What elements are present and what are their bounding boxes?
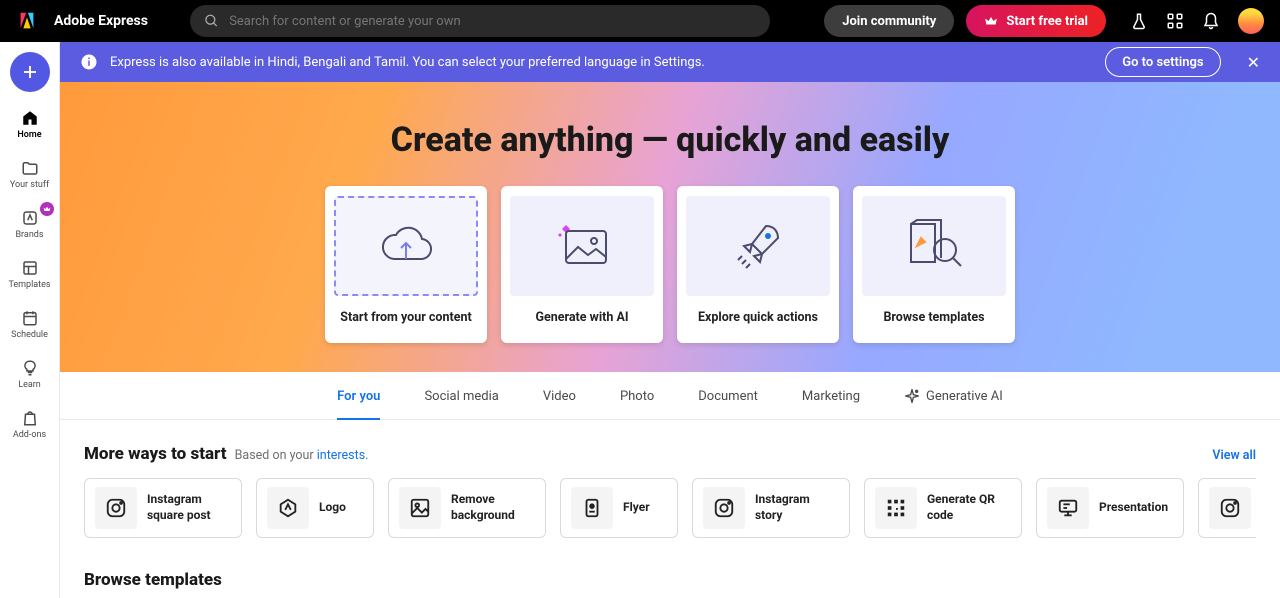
hero-card-start-content[interactable]: Start from your content <box>325 186 487 343</box>
quick-card-qr[interactable]: Generate QR code <box>864 478 1022 538</box>
sidebar-item-schedule[interactable]: Schedule <box>2 302 58 346</box>
adobe-logo <box>16 10 38 32</box>
start-trial-button[interactable]: Start free trial <box>966 5 1106 37</box>
premium-badge <box>40 202 54 216</box>
search-input[interactable] <box>229 14 756 29</box>
search-icon <box>204 13 219 29</box>
presentation-icon <box>1047 487 1089 529</box>
quick-card-label: Instagram story <box>755 492 839 523</box>
quick-card-ig-reel[interactable]: Instagram reel <box>1198 478 1256 538</box>
ig-story-icon <box>703 487 745 529</box>
sidebar-item-home[interactable]: Home <box>2 102 58 146</box>
tab-video[interactable]: Video <box>543 388 576 420</box>
quick-card-label: Logo <box>319 500 346 516</box>
top-bar: Adobe Express Join community Start free … <box>0 0 1280 42</box>
banner-text: Express is also available in Hindi, Beng… <box>110 55 705 70</box>
shopping-bag-icon <box>20 408 40 428</box>
hero-card-quick-actions[interactable]: Explore quick actions <box>677 186 839 343</box>
quick-card-logo[interactable]: Logo <box>256 478 374 538</box>
category-tabs: For you Social media Video Photo Documen… <box>60 372 1280 420</box>
apps-icon[interactable] <box>1166 12 1184 30</box>
tab-photo[interactable]: Photo <box>620 388 654 420</box>
hero-card-browse-templates[interactable]: Browse templates <box>853 186 1015 343</box>
view-all-link[interactable]: View all <box>1212 448 1256 463</box>
rocket-icon <box>686 196 830 296</box>
go-to-settings-button[interactable]: Go to settings <box>1105 47 1220 77</box>
language-banner: Express is also available in Hindi, Beng… <box>60 42 1280 82</box>
section-title: More ways to start <box>84 444 227 464</box>
main-content: Express is also available in Hindi, Beng… <box>60 42 1280 598</box>
sidebar: Home Your stuff Brands Templates Schedul… <box>0 42 60 598</box>
hero-card-generate-ai[interactable]: Generate with AI <box>501 186 663 343</box>
calendar-icon <box>20 308 40 328</box>
create-button[interactable] <box>10 52 50 92</box>
browse-templates-title: Browse templates <box>84 570 222 590</box>
tab-for-you[interactable]: For you <box>337 388 380 420</box>
templates-search-icon <box>862 196 1006 296</box>
qr-icon <box>875 487 917 529</box>
ai-image-icon <box>510 196 654 296</box>
sparkle-icon <box>904 388 920 404</box>
bell-icon[interactable] <box>1202 12 1220 30</box>
tab-marketing[interactable]: Marketing <box>802 388 860 420</box>
logo-icon <box>267 487 309 529</box>
home-icon <box>20 108 40 128</box>
quick-card-label: Instagram square post <box>147 492 231 523</box>
remove-bg-icon <box>399 487 441 529</box>
sidebar-item-templates[interactable]: Templates <box>2 252 58 296</box>
close-icon[interactable]: ✕ <box>1247 53 1260 72</box>
sidebar-item-add-ons[interactable]: Add-ons <box>2 402 58 446</box>
sidebar-item-brands[interactable]: Brands <box>2 202 58 246</box>
section-subtitle: Based on your interests. <box>235 448 369 463</box>
quick-card-ig-story[interactable]: Instagram story <box>692 478 850 538</box>
tab-generative-ai[interactable]: Generative AI <box>904 388 1003 420</box>
user-avatar[interactable] <box>1238 8 1264 34</box>
interests-link[interactable]: interests. <box>317 448 369 463</box>
hero-section: Create anything — quickly and easily Sta… <box>60 82 1280 372</box>
flyer-icon <box>571 487 613 529</box>
quick-card-label: Presentation <box>1099 500 1168 516</box>
upload-cloud-icon <box>334 196 478 296</box>
browse-templates-section: Browse templates <box>60 538 1280 590</box>
plus-icon <box>21 63 39 81</box>
brand-icon <box>20 208 40 228</box>
crown-icon <box>984 14 998 28</box>
quick-card-presentation[interactable]: Presentation <box>1036 478 1184 538</box>
quick-card-ig-square[interactable]: Instagram square post <box>84 478 242 538</box>
tab-social-media[interactable]: Social media <box>424 388 498 420</box>
ig-reel-icon <box>1209 487 1251 529</box>
join-community-button[interactable]: Join community <box>824 5 954 37</box>
quick-card-label: Flyer <box>623 500 650 516</box>
quick-card-label: Remove background <box>451 492 535 523</box>
quick-card-label: Generate QR code <box>927 492 1011 523</box>
folder-icon <box>20 158 40 178</box>
search-bar[interactable] <box>190 5 770 37</box>
quick-card-flyer[interactable]: Flyer <box>560 478 678 538</box>
templates-icon <box>20 258 40 278</box>
lightbulb-icon <box>20 358 40 378</box>
more-ways-section: More ways to start Based on your interes… <box>60 420 1280 538</box>
brand-name: Adobe Express <box>54 13 148 29</box>
sidebar-item-learn[interactable]: Learn <box>2 352 58 396</box>
quick-card-remove-bg[interactable]: Remove background <box>388 478 546 538</box>
info-icon <box>80 53 98 71</box>
beaker-icon[interactable] <box>1130 12 1148 30</box>
hero-title: Create anything — quickly and easily <box>391 120 950 160</box>
ig-square-icon <box>95 487 137 529</box>
sidebar-item-your-stuff[interactable]: Your stuff <box>2 152 58 196</box>
tab-document[interactable]: Document <box>698 388 758 420</box>
